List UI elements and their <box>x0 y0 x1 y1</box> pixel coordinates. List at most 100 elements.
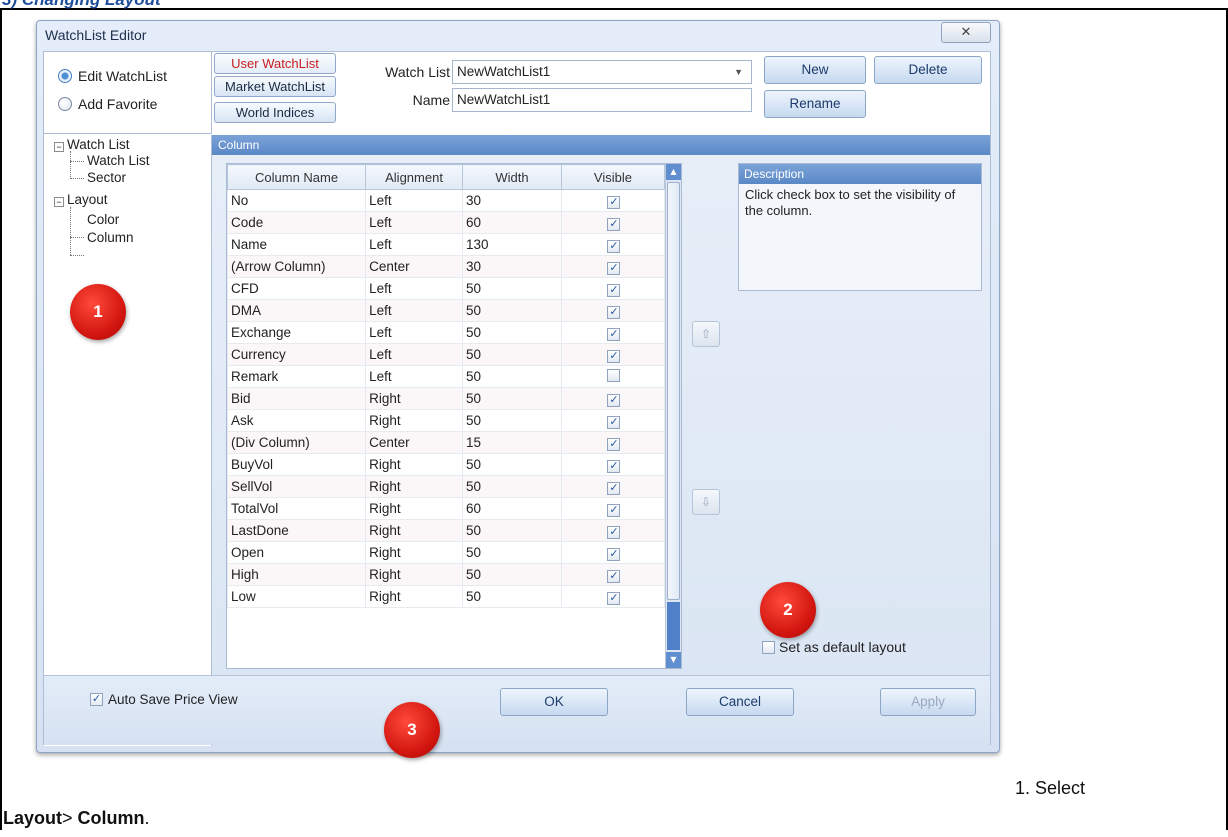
new-button[interactable]: New <box>764 56 866 84</box>
tab-world-indices[interactable]: World Indices <box>214 102 336 123</box>
table-row[interactable]: DMA Left 50 ✓ <box>226 299 666 322</box>
grid-scrollbar[interactable]: ▲ ▼ <box>665 164 681 668</box>
cell-width[interactable]: 50 <box>461 343 562 366</box>
table-row[interactable]: (Arrow Column) Center 30 ✓ <box>226 255 666 278</box>
set-default-layout-checkbox[interactable]: Set as default layout <box>762 639 906 655</box>
table-row[interactable]: No Left 30 ✓ <box>226 189 666 212</box>
cell-align: Center <box>365 255 463 278</box>
cell-width[interactable]: 50 <box>461 585 562 608</box>
cell-width[interactable]: 50 <box>461 409 562 432</box>
ok-button[interactable]: OK <box>500 688 608 716</box>
chevron-down-icon[interactable]: ▼ <box>734 61 743 83</box>
checkbox-checked-icon[interactable]: ✓ <box>607 547 621 561</box>
cell-width[interactable]: 50 <box>461 299 562 322</box>
table-row[interactable]: (Div Column) Center 15 ✓ <box>226 431 666 454</box>
checkbox-unchecked-icon[interactable] <box>607 368 621 382</box>
checkbox-checked-icon[interactable]: ✓ <box>90 693 103 706</box>
cell-width[interactable]: 50 <box>461 365 562 388</box>
cell-width[interactable]: 50 <box>461 519 562 542</box>
cell-width[interactable]: 50 <box>461 563 562 586</box>
column-header-visible[interactable]: Visible <box>560 164 666 190</box>
set-default-layout-label: Set as default layout <box>779 639 906 655</box>
radio-button-checked[interactable] <box>58 69 72 83</box>
radio-button[interactable] <box>58 97 72 111</box>
table-row[interactable]: SellVol Right 50 ✓ <box>226 475 666 498</box>
move-down-button[interactable]: ⇩ <box>692 489 720 515</box>
checkbox-checked-icon[interactable]: ✓ <box>607 503 621 517</box>
table-row[interactable]: Exchange Left 50 ✓ <box>226 321 666 344</box>
cancel-button[interactable]: Cancel <box>686 688 794 716</box>
cell-width[interactable]: 50 <box>461 321 562 344</box>
checkbox-checked-icon[interactable]: ✓ <box>607 415 621 429</box>
table-row[interactable]: Code Left 60 ✓ <box>226 211 666 234</box>
tree-node-color[interactable]: Color <box>87 211 119 229</box>
checkbox-checked-icon[interactable]: ✓ <box>607 283 621 297</box>
cell-align: Right <box>365 409 463 432</box>
cell-width[interactable]: 30 <box>461 255 562 278</box>
checkbox-checked-icon[interactable]: ✓ <box>607 525 621 539</box>
tab-user-watchlist[interactable]: User WatchList <box>214 53 336 74</box>
tree-node-layout[interactable]: − Layout <box>54 191 108 209</box>
table-row[interactable]: Open Right 50 ✓ <box>226 541 666 564</box>
checkbox-checked-icon[interactable]: ✓ <box>607 569 621 583</box>
column-header-name[interactable]: Column Name <box>226 164 367 190</box>
radio-add-favorite[interactable]: Add Favorite <box>58 94 157 114</box>
radio-edit-watchlist[interactable]: Edit WatchList <box>58 66 167 86</box>
table-row[interactable]: TotalVol Right 60 ✓ <box>226 497 666 520</box>
tab-market-watchlist[interactable]: Market WatchList <box>214 76 336 97</box>
checkbox-checked-icon[interactable]: ✓ <box>607 217 621 231</box>
collapse-icon[interactable]: − <box>54 142 64 152</box>
table-row[interactable]: High Right 50 ✓ <box>226 563 666 586</box>
table-row[interactable]: BuyVol Right 50 ✓ <box>226 453 666 476</box>
column-header-alignment[interactable]: Alignment <box>365 164 463 190</box>
cell-width[interactable]: 15 <box>461 431 562 454</box>
table-row[interactable]: Currency Left 50 ✓ <box>226 343 666 366</box>
cell-width[interactable]: 50 <box>461 277 562 300</box>
checkbox-unchecked-icon[interactable] <box>762 640 775 654</box>
table-row[interactable]: Name Left 130 ✓ <box>226 233 666 256</box>
checkbox-checked-icon[interactable]: ✓ <box>607 261 621 275</box>
tree-node-column[interactable]: Column <box>87 229 134 247</box>
collapse-icon[interactable]: − <box>54 197 64 207</box>
checkbox-checked-icon[interactable]: ✓ <box>607 591 621 605</box>
scrollbar-thumb[interactable] <box>667 182 680 600</box>
auto-save-checkbox[interactable]: ✓ Auto Save Price View <box>90 692 238 707</box>
checkbox-checked-icon[interactable]: ✓ <box>607 305 621 319</box>
cell-width[interactable]: 60 <box>461 211 562 234</box>
cell-width[interactable]: 130 <box>461 233 562 256</box>
checkbox-checked-icon[interactable]: ✓ <box>607 327 621 341</box>
checkbox-checked-icon[interactable]: ✓ <box>607 239 621 253</box>
cell-width[interactable]: 50 <box>461 453 562 476</box>
table-row[interactable]: Bid Right 50 ✓ <box>226 387 666 410</box>
tree-node-sector[interactable]: Sector <box>87 169 126 187</box>
cell-width[interactable]: 50 <box>461 475 562 498</box>
move-up-button[interactable]: ⇧ <box>692 321 720 347</box>
close-button[interactable]: ✕ <box>941 22 991 43</box>
name-input[interactable]: NewWatchList1 <box>452 88 752 112</box>
cell-width[interactable]: 30 <box>461 189 562 212</box>
table-row[interactable]: Remark Left 50 <box>226 365 666 388</box>
cell-width[interactable]: 50 <box>461 541 562 564</box>
scrollbar-track[interactable] <box>667 602 680 650</box>
column-header-width[interactable]: Width <box>461 164 562 190</box>
apply-button[interactable]: Apply <box>880 688 976 716</box>
delete-button[interactable]: Delete <box>874 56 982 84</box>
checkbox-checked-icon[interactable]: ✓ <box>607 437 621 451</box>
table-row[interactable]: Low Right 50 ✓ <box>226 585 666 608</box>
rename-button[interactable]: Rename <box>764 90 866 118</box>
watch-list-combo[interactable]: NewWatchList1 ▼ <box>452 60 752 84</box>
dialog-client-area: Edit WatchList Add Favorite − Watch List … <box>43 51 991 746</box>
cell-width[interactable]: 60 <box>461 497 562 520</box>
scroll-up-icon[interactable]: ▲ <box>666 164 681 180</box>
checkbox-checked-icon[interactable]: ✓ <box>607 195 621 209</box>
checkbox-checked-icon[interactable]: ✓ <box>607 481 621 495</box>
checkbox-checked-icon[interactable]: ✓ <box>607 349 621 363</box>
table-row[interactable]: LastDone Right 50 ✓ <box>226 519 666 542</box>
table-row[interactable]: CFD Left 50 ✓ <box>226 277 666 300</box>
checkbox-checked-icon[interactable]: ✓ <box>607 393 621 407</box>
checkbox-checked-icon[interactable]: ✓ <box>607 459 621 473</box>
cell-width[interactable]: 50 <box>461 387 562 410</box>
tree-node-watch-list-child[interactable]: Watch List <box>87 152 150 170</box>
scroll-down-icon[interactable]: ▼ <box>666 652 681 668</box>
table-row[interactable]: Ask Right 50 ✓ <box>226 409 666 432</box>
